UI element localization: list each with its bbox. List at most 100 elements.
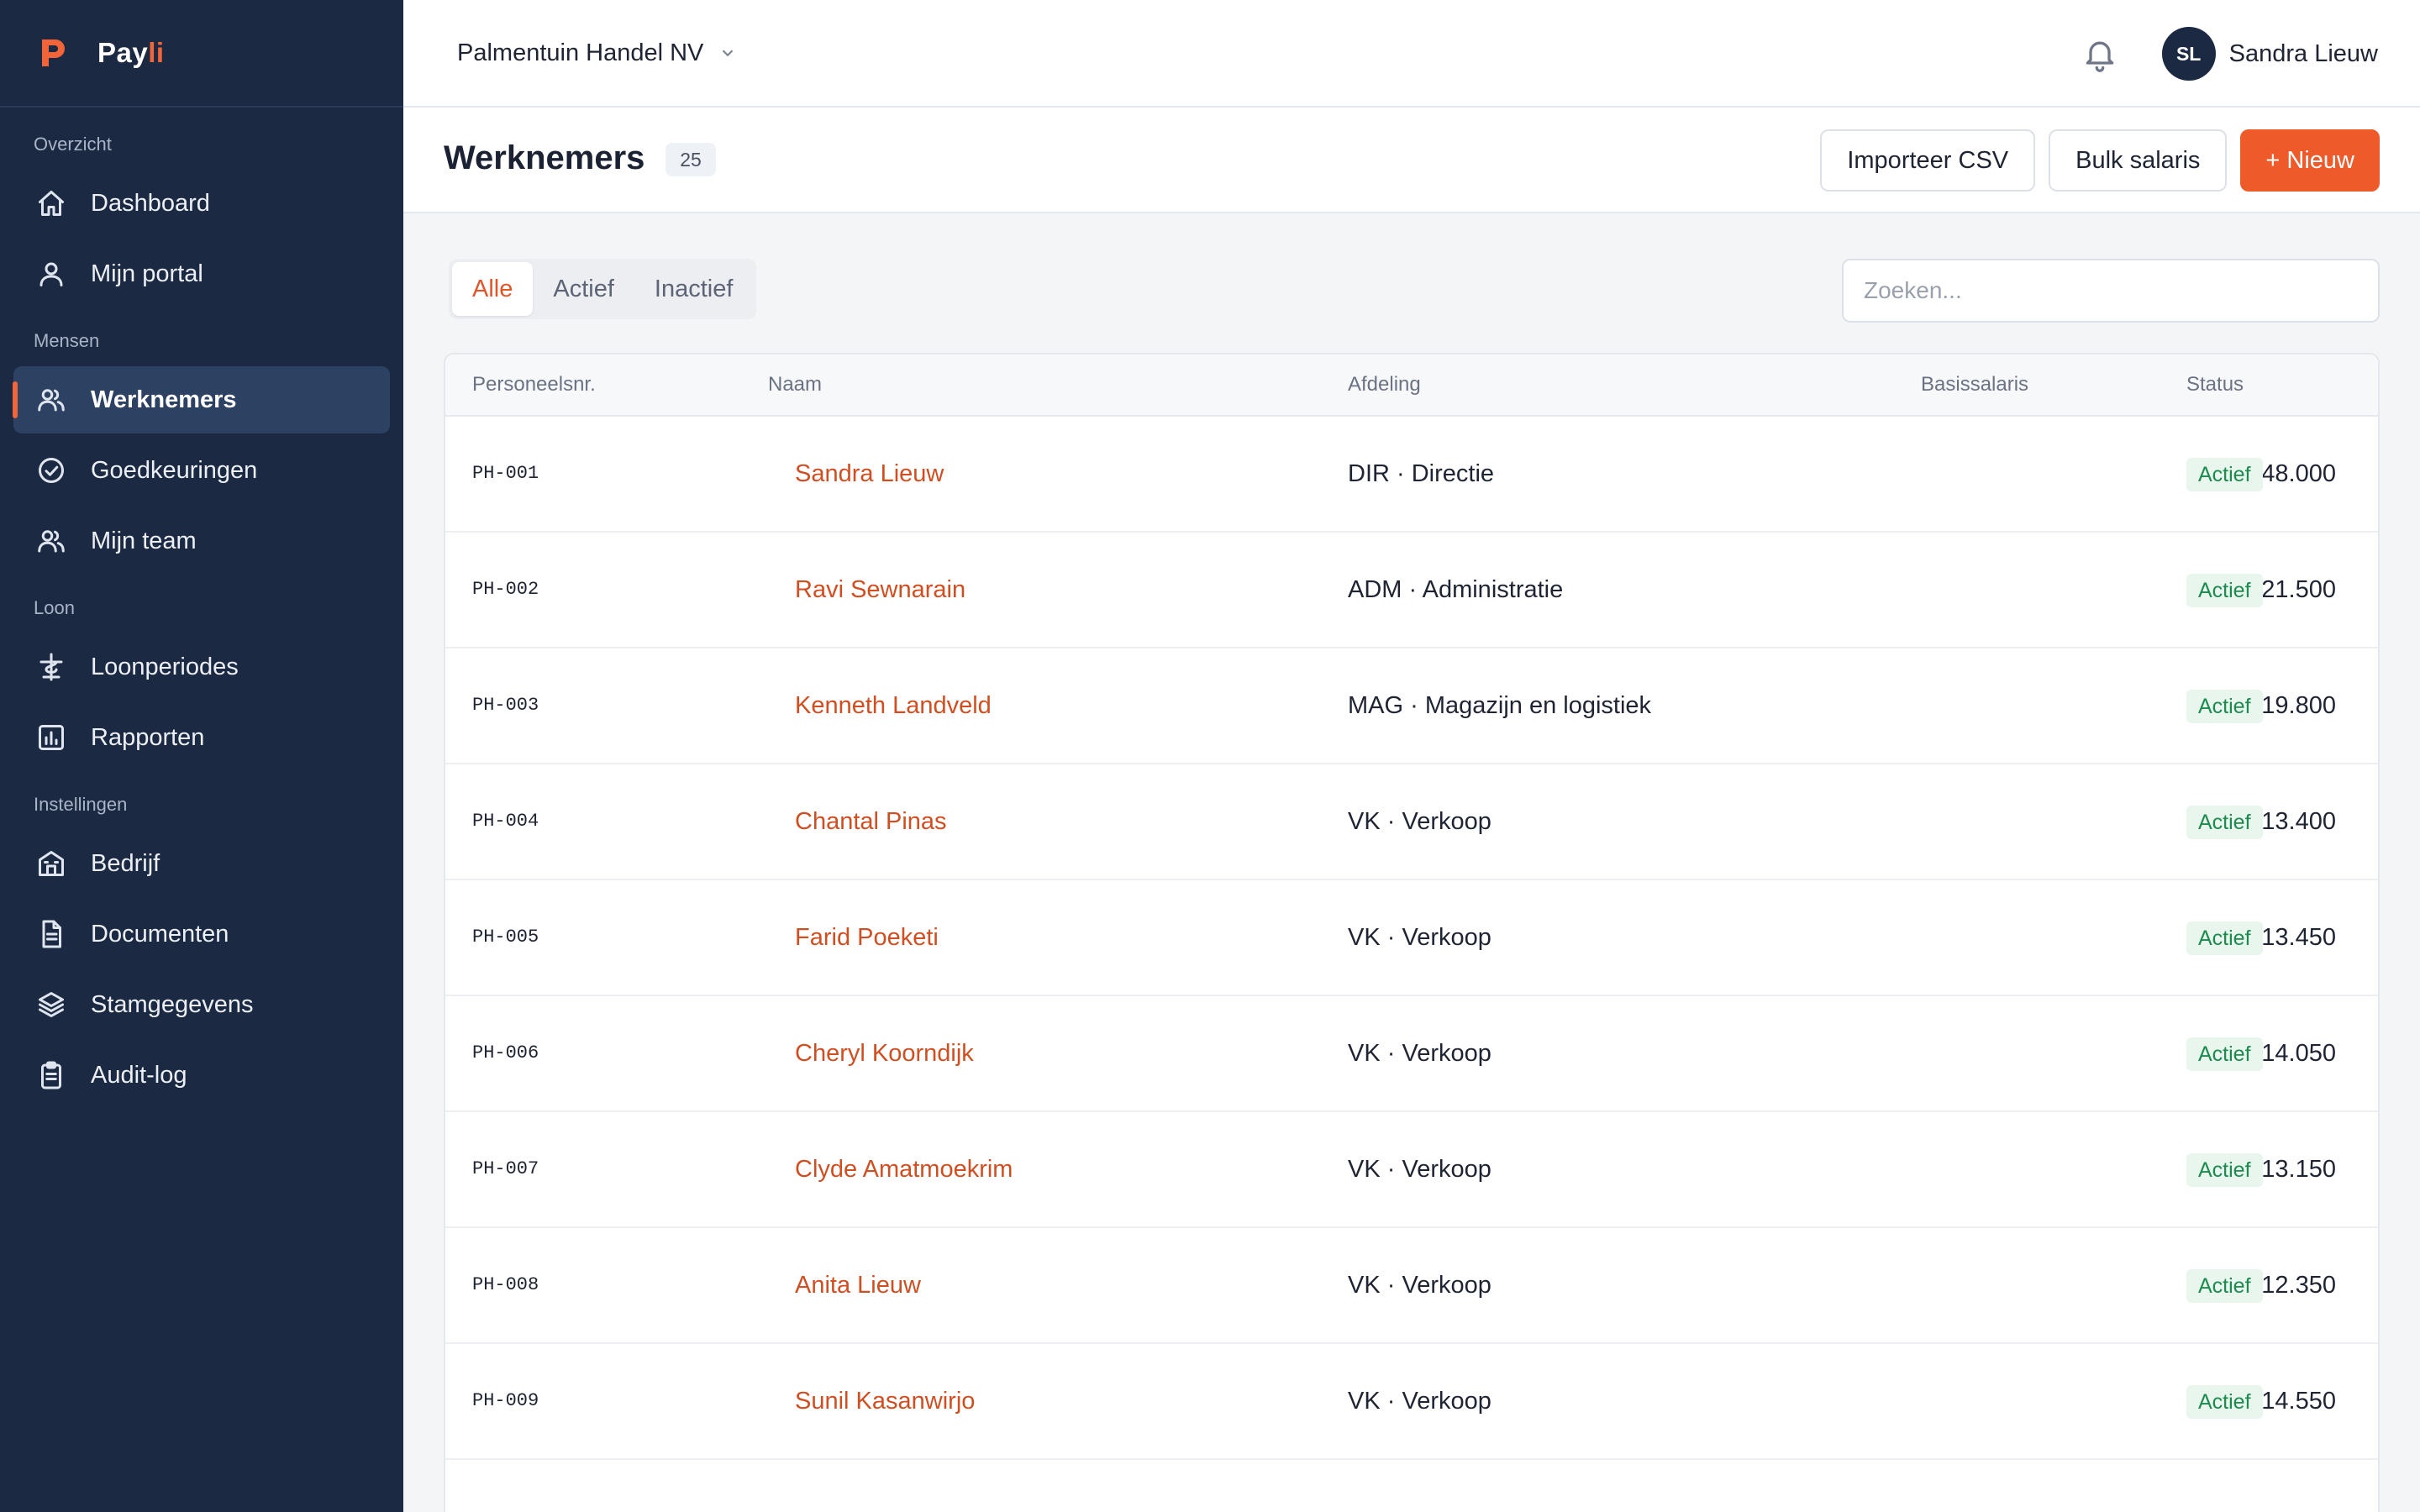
sidebar-item-goedkeuringen[interactable]: Goedkeuringen [13,437,390,504]
employee-name-link[interactable]: Ravi Sewnarain [795,533,965,647]
sidebar-item-label: Mijn team [91,527,197,554]
employee-status: Actief [2186,648,2263,763]
employee-department: VK · Verkoop [1348,924,1491,951]
sidebar-item-bedrijf[interactable]: Bedrijf [13,830,390,897]
table-row[interactable]: PH-009 Sunil Kasanwirjo VK · Verkoop 14.550… [445,1344,2378,1460]
employee-status: Actief [2186,1228,2263,1342]
user-name[interactable]: Sandra Lieuw [2229,40,2378,68]
sidebar-item-mijn-portal[interactable]: Mijn portal [13,240,390,307]
employee-id: PH-003 [472,695,539,716]
tab-alle[interactable]: Alle [452,262,534,316]
currency-icon [35,651,67,683]
sidebar: Payli Overzicht Dashboard Mijn portal Me… [0,0,403,1512]
employee-department: VK · Verkoop [1348,1388,1491,1415]
status-badge: Actief [2186,574,2263,608]
table-row[interactable]: PH-008 Anita Lieuw VK · Verkoop 12.350 Actie… [445,1228,2378,1344]
employee-status: Actief [2186,996,2263,1110]
column-header-dept[interactable]: Afdeling [1348,354,1421,415]
bar-chart-icon [35,722,67,753]
sidebar-item-rapporten[interactable]: Rapporten [13,704,390,771]
employee-name-link[interactable]: Sandra Lieuw [795,417,944,531]
employee-department: VK · Verkoop [1348,1272,1491,1299]
sidebar-item-dashboard[interactable]: Dashboard [13,170,390,237]
sidebar-item-loonperiodes[interactable]: Loonperiodes [13,633,390,701]
page-actions: Importeer CSV Bulk salaris + Nieuw [1807,129,2380,192]
table-row[interactable]: PH-001 Sandra Lieuw DIR · Directie 48.000 Ac… [445,417,2378,533]
employee-name-link[interactable]: Kenneth Landveld [795,648,992,763]
sidebar-item-label: Goedkeuringen [91,456,258,484]
table-row[interactable]: PH-004 Chantal Pinas VK · Verkoop 13.400 Act… [445,764,2378,880]
employee-department: VK · Verkoop [1348,1156,1491,1183]
employee-name-link[interactable]: Farid Poeketi [795,880,939,995]
sidebar-item-documenten[interactable]: Documenten [13,900,390,968]
employee-department: DIR · Directie [1348,460,1495,487]
employee-name-link[interactable]: Anita Lieuw [795,1228,921,1342]
employee-name-link[interactable]: Clyde Amatmoekrim [795,1112,1013,1226]
column-header-salary[interactable]: Basissalaris [1921,354,2028,415]
notifications-button[interactable] [2081,35,2118,72]
employee-name-link[interactable]: Sunil Kasanwirjo [795,1344,975,1458]
nav-section-loon: Loon [34,597,75,618]
building-icon [35,848,67,879]
employee-status: Actief [2186,533,2263,647]
brand[interactable]: Payli [0,0,403,108]
employee-department: MAG · Magazijn en logistiek [1348,692,1652,719]
column-header-status[interactable]: Status [2186,354,2244,415]
employee-status: Actief [2186,764,2263,879]
employee-department: VK · Verkoop [1348,1040,1491,1067]
table-row[interactable]: PH-002 Ravi Sewnarain ADM · Administratie 2… [445,533,2378,648]
employee-name-link[interactable]: Chantal Pinas [795,764,947,879]
sidebar-item-label: Dashboard [91,189,210,217]
brand-name: Payli [97,37,165,68]
employee-department: VK · Verkoop [1348,808,1491,835]
status-badge: Actief [2186,806,2263,840]
table-row[interactable]: PH-006 Cheryl Koorndijk VK · Verkoop 14.050… [445,996,2378,1112]
tab-actief[interactable]: Actief [533,262,634,316]
salary-value: 14.050 [2261,1040,2336,1067]
employee-status: Actief [2186,417,2263,531]
document-icon [35,918,67,950]
employees-table: Personeelsnr. Naam Afdeling Basissalaris… [444,353,2380,1512]
employee-count-badge: 25 [666,143,716,176]
employee-department: ADM · Administratie [1348,576,1564,603]
table-row[interactable]: PH-007 Clyde Amatmoekrim VK · Verkoop 13.15… [445,1112,2378,1228]
sidebar-item-mijn-team[interactable]: Mijn team [13,507,390,575]
employee-id: PH-002 [472,579,539,600]
company-switcher[interactable]: Palmentuin Handel NV [457,39,737,67]
table-row[interactable]: PH-005 Farid Poeketi VK · Verkoop 13.450 Act… [445,880,2378,996]
user-icon [35,258,67,290]
layers-icon [35,989,67,1021]
nav-section-mensen: Mensen [34,330,100,351]
status-badge: Actief [2186,458,2263,492]
employee-id: PH-005 [472,927,539,948]
sidebar-item-label: Stamgegevens [91,990,254,1018]
sidebar-item-werknemers[interactable]: Werknemers [13,366,390,433]
status-badge: Actief [2186,1269,2263,1304]
import-csv-button[interactable]: Importeer CSV [1820,129,2036,192]
sidebar-item-label: Bedrijf [91,849,160,877]
status-badge: Actief [2186,1037,2263,1072]
column-header-name[interactable]: Naam [768,354,822,415]
sidebar-nav: Overzicht Dashboard Mijn portal Mensen W… [0,108,403,1109]
salary-value: 21.500 [2261,576,2336,603]
table-row[interactable]: PH-003 Kenneth Landveld MAG · Magazijn en … [445,648,2378,764]
sidebar-item-label: Documenten [91,920,229,948]
employee-id: PH-007 [472,1158,539,1179]
bulk-salary-button[interactable]: Bulk salaris [2049,129,2228,192]
tab-inactief[interactable]: Inactief [634,262,754,316]
sidebar-item-audit-log[interactable]: Audit-log [13,1042,390,1109]
new-employee-button[interactable]: + Nieuw [2240,129,2380,192]
employee-name-link[interactable]: Cheryl Koorndijk [795,996,974,1110]
sidebar-item-label: Werknemers [91,386,237,413]
clipboard-icon [35,1059,67,1091]
column-header-id[interactable]: Personeelsnr. [472,354,596,415]
salary-value: 13.450 [2261,924,2336,951]
sidebar-item-stamgegevens[interactable]: Stamgegevens [13,971,390,1038]
employee-id: PH-006 [472,1042,539,1063]
nav-section-instellingen: Instellingen [34,794,128,815]
avatar[interactable]: SL [2161,27,2216,81]
company-name: Palmentuin Handel NV [457,39,704,66]
search-input[interactable] [1842,259,2380,323]
table-body: PH-001 Sandra Lieuw DIR · Directie 48.000 Ac… [445,417,2378,1460]
status-badge: Actief [2186,1153,2263,1188]
